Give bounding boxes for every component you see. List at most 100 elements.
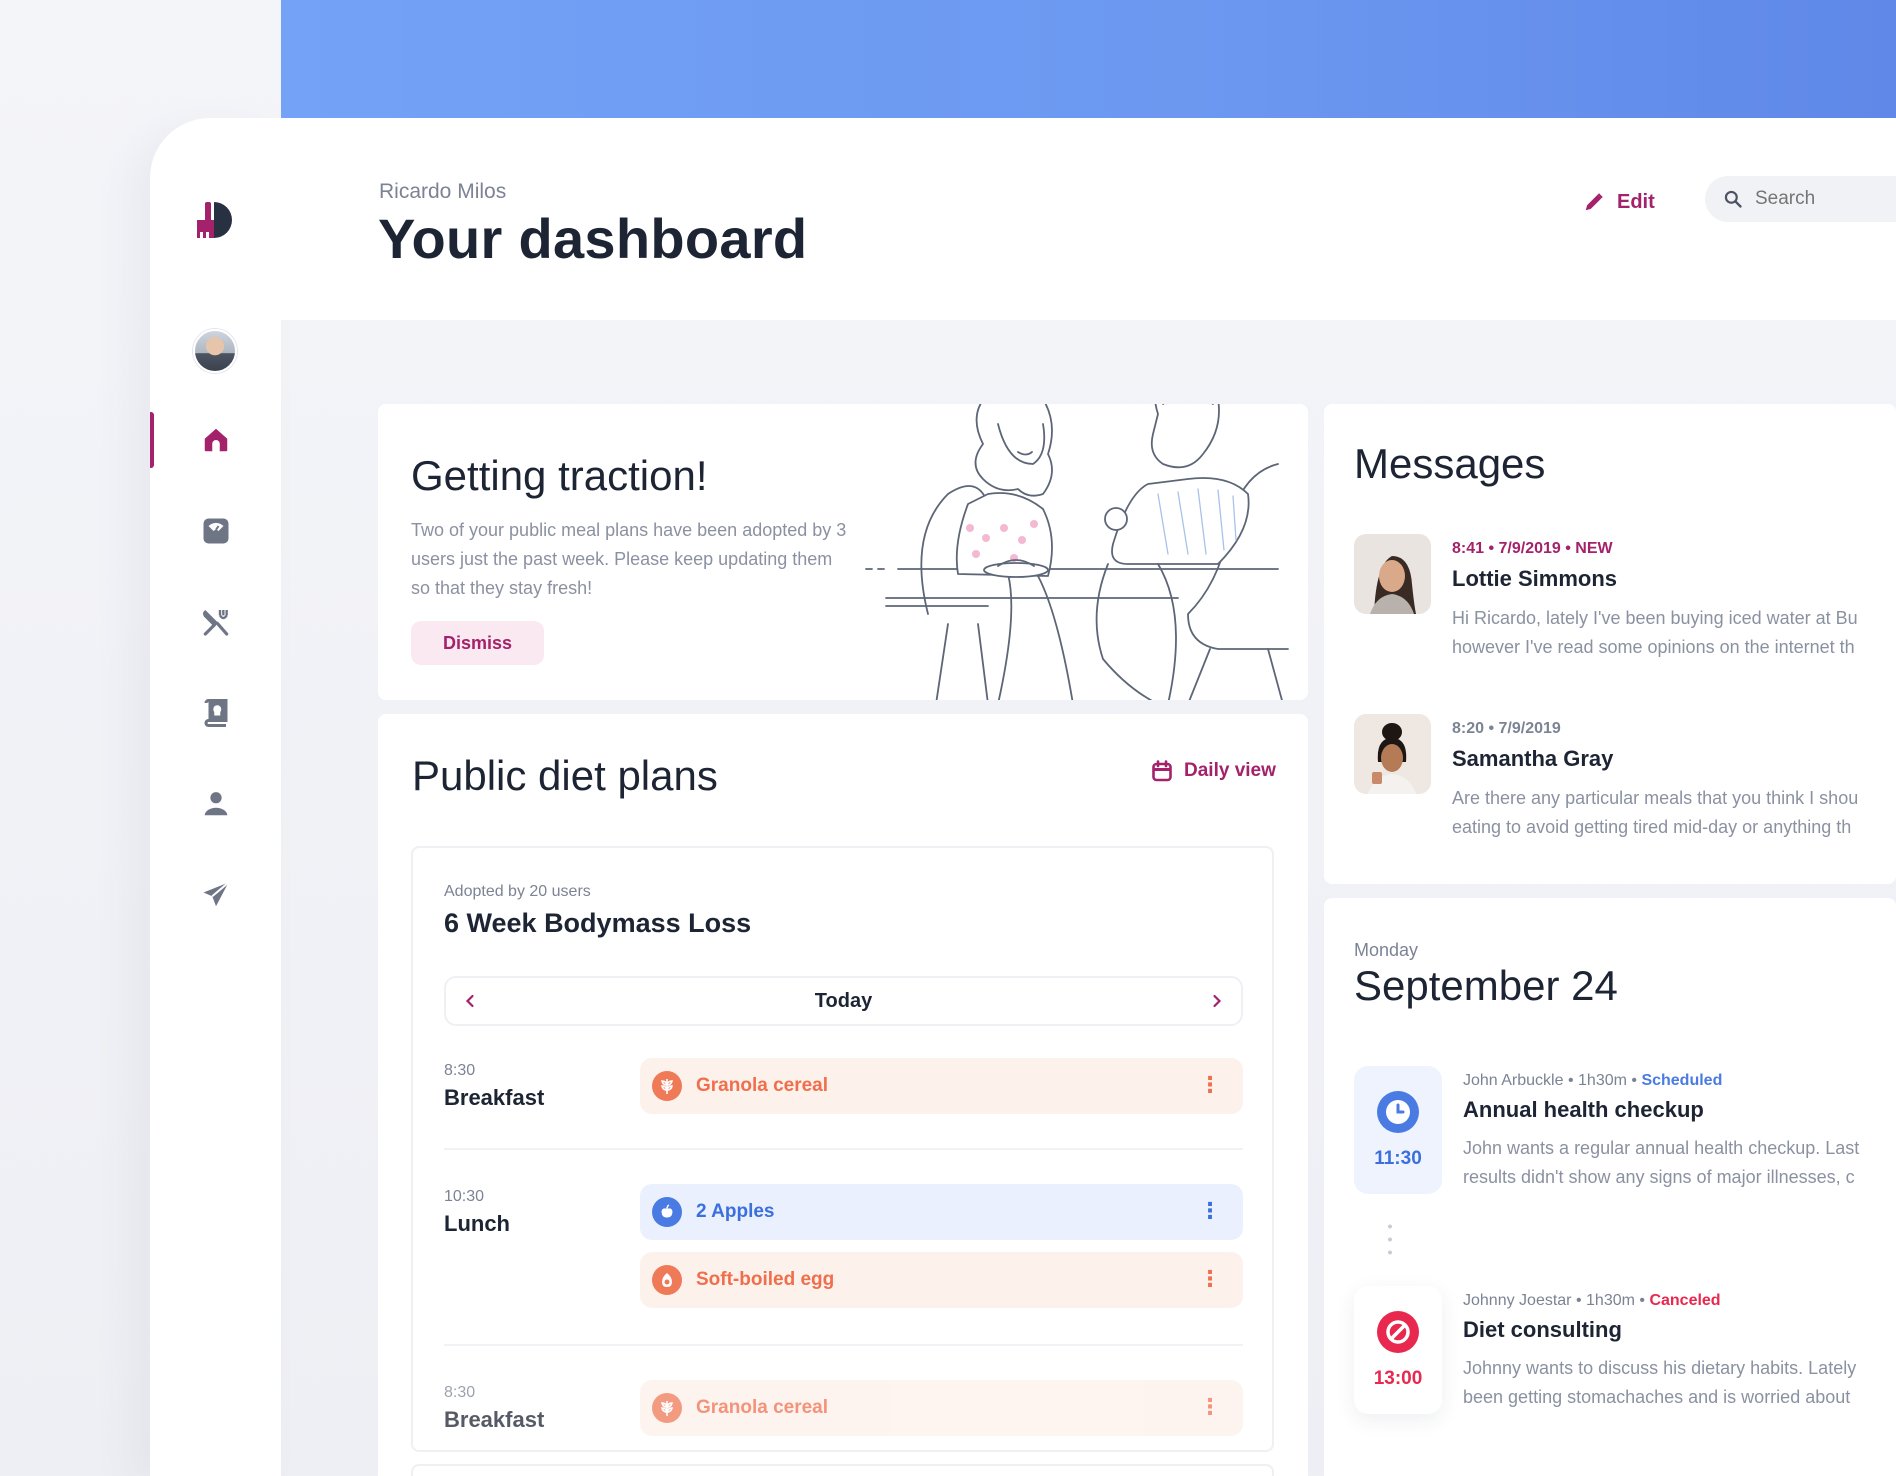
meal-name: Lunch: [444, 1211, 510, 1236]
message-item[interactable]: 8:20 • 7/9/2019 Samantha Gray Are there …: [1354, 714, 1896, 844]
home-icon: [204, 428, 228, 452]
send-icon: [203, 881, 230, 907]
appointment-time-box: 13:00: [1354, 1286, 1442, 1414]
meal-time: 10:30: [444, 1188, 485, 1205]
user-avatar[interactable]: [193, 329, 237, 373]
appointment-person: John Arbuckle: [1463, 1072, 1564, 1089]
meal-item[interactable]: Granola cereal ⋮: [640, 1058, 1243, 1114]
message-meta: 8:41 • 7/9/2019 • NEW: [1452, 540, 1613, 557]
appointment-person: Johnny Joestar: [1463, 1292, 1572, 1309]
traction-card: Getting traction! Two of your public mea…: [378, 404, 1308, 700]
sender-avatar: [1354, 534, 1431, 614]
meal-row: 10:30 Lunch 2 Apples ⋮ Soft-boiled egg ⋮: [444, 1184, 1243, 1314]
egg-icon: [652, 1265, 682, 1295]
meal-item-label: Granola cereal: [696, 1075, 829, 1096]
appointment-title: Annual health checkup: [1463, 1097, 1704, 1122]
meal-row: 8:30 Breakfast Granola cereal ⋮: [444, 1380, 1243, 1440]
chevron-left-icon: [465, 994, 474, 1008]
appointment-description-line: results didn't show any signs of major i…: [1463, 1167, 1855, 1187]
appointment-duration: 1h30m: [1578, 1072, 1627, 1089]
meal-row: 8:30 Breakfast Granola cereal ⋮: [444, 1058, 1243, 1118]
message-item[interactable]: 8:41 • 7/9/2019 • NEW Lottie Simmons Hi …: [1354, 534, 1896, 664]
appointment-description: John wants a regular annual health check…: [1463, 1134, 1896, 1192]
schedule-date: September 24: [1354, 962, 1618, 1009]
appointment-title: Diet consulting: [1463, 1317, 1622, 1342]
apple-icon: [652, 1197, 682, 1227]
appointment-description-line: Johnny wants to discuss his dietary habi…: [1463, 1358, 1857, 1378]
day-label: Today: [814, 989, 873, 1012]
meal-time: 8:30: [444, 1384, 476, 1401]
dining-couple-illustration: [865, 404, 1289, 700]
day-navigator: Today: [444, 976, 1243, 1026]
recipe-book-icon: [204, 699, 228, 727]
edit-button[interactable]: Edit: [1583, 184, 1655, 220]
sidebar-item-messages[interactable]: [193, 872, 239, 918]
header-band: [281, 0, 1896, 118]
message-preview-line: however I've read some opinions on the i…: [1452, 637, 1855, 657]
meal-name: Breakfast: [444, 1085, 545, 1110]
plans-title: Public diet plans: [412, 752, 718, 799]
pencil-icon: [1585, 193, 1603, 211]
search-input[interactable]: [1755, 188, 1895, 210]
sidebar-item-recipes[interactable]: [193, 690, 239, 736]
sidebar-item-scale[interactable]: [193, 508, 239, 554]
message-preview: Are there any particular meals that you …: [1452, 784, 1896, 842]
message-preview-line: Hi Ricardo, lately I've been buying iced…: [1452, 608, 1858, 628]
appointment-time-box: 11:30: [1354, 1066, 1442, 1194]
diet-plans-card: Public diet plans Daily view Adopted by …: [378, 714, 1308, 1476]
sidebar-item-meals[interactable]: [193, 599, 239, 645]
appointment-time: 13:00: [1373, 1368, 1423, 1389]
wheat-icon: [652, 1393, 682, 1423]
message-sender: Samantha Gray: [1452, 746, 1614, 771]
canceled-icon: [1377, 1311, 1419, 1353]
search-box[interactable]: [1705, 176, 1896, 222]
more-options-icon[interactable]: ⋮: [1199, 1396, 1221, 1418]
next-plan-box-edge: [411, 1464, 1274, 1476]
app-logo[interactable]: [192, 196, 242, 246]
meal-time: 8:30: [444, 1062, 476, 1079]
message-sender: Lottie Simmons: [1452, 566, 1618, 591]
schedule-weekday: Monday: [1354, 940, 1419, 960]
utensils-icon: [202, 610, 229, 636]
meal-item[interactable]: Granola cereal ⋮: [640, 1380, 1243, 1436]
schedule-card: Monday September 24 11:30 John Arbuckle …: [1324, 898, 1896, 1476]
user-name: Ricardo Milos: [379, 180, 507, 203]
appointment-item[interactable]: 13:00 Johnny Joestar • 1h30m • Canceled …: [1354, 1286, 1896, 1416]
status-badge: Scheduled: [1641, 1072, 1723, 1089]
plan-adopted-count: Adopted by 20 users: [444, 883, 591, 900]
message-preview-line: eating to avoid getting tired mid-day or…: [1452, 817, 1852, 837]
daily-view-button[interactable]: Daily view: [1152, 760, 1276, 782]
page-title: Your dashboard: [378, 207, 808, 270]
meal-divider: [444, 1148, 1243, 1150]
clock-icon: [1377, 1091, 1419, 1133]
more-options-icon[interactable]: ⋮: [1199, 1268, 1221, 1290]
calendar-icon: [1152, 760, 1172, 782]
appointment-description: Johnny wants to discuss his dietary habi…: [1463, 1354, 1896, 1412]
app-window: Ricardo Milos Your dashboard Edit Gettin…: [150, 118, 1896, 1476]
next-day-button[interactable]: [1205, 989, 1229, 1013]
traction-body: Two of your public meal plans have been …: [411, 520, 847, 598]
message-preview: Hi Ricardo, lately I've been buying iced…: [1452, 604, 1896, 662]
appointment-item[interactable]: 11:30 John Arbuckle • 1h30m • Scheduled …: [1354, 1066, 1896, 1196]
sidebar-item-home[interactable]: [193, 417, 239, 463]
message-preview-line: Are there any particular meals that you …: [1452, 788, 1859, 808]
meal-item[interactable]: 2 Apples ⋮: [640, 1184, 1243, 1240]
wheat-icon: [652, 1071, 682, 1101]
status-badge: Canceled: [1649, 1292, 1721, 1309]
messages-card: Messages 8:41 • 7/9/2019 • NEW Lottie Si…: [1324, 404, 1896, 884]
meal-item[interactable]: Soft-boiled egg ⋮: [640, 1252, 1243, 1308]
scale-icon: [203, 518, 229, 544]
appointment-meta: John Arbuckle • 1h30m • Scheduled: [1463, 1072, 1723, 1089]
edit-label: Edit: [1617, 190, 1655, 213]
plan-name: 6 Week Bodymass Loss: [444, 908, 752, 938]
more-options-icon[interactable]: ⋮: [1199, 1200, 1221, 1222]
sidebar-item-profile[interactable]: [193, 781, 239, 827]
prev-day-button[interactable]: [458, 989, 482, 1013]
search-icon: [1724, 190, 1742, 208]
plan-box: Adopted by 20 users 6 Week Bodymass Loss…: [411, 846, 1274, 1452]
meal-name: Breakfast: [444, 1407, 545, 1432]
appointment-meta: Johnny Joestar • 1h30m • Canceled: [1463, 1292, 1721, 1309]
more-options-icon[interactable]: ⋮: [1199, 1074, 1221, 1096]
dismiss-button[interactable]: Dismiss: [411, 621, 544, 665]
meal-divider: [444, 1344, 1243, 1346]
